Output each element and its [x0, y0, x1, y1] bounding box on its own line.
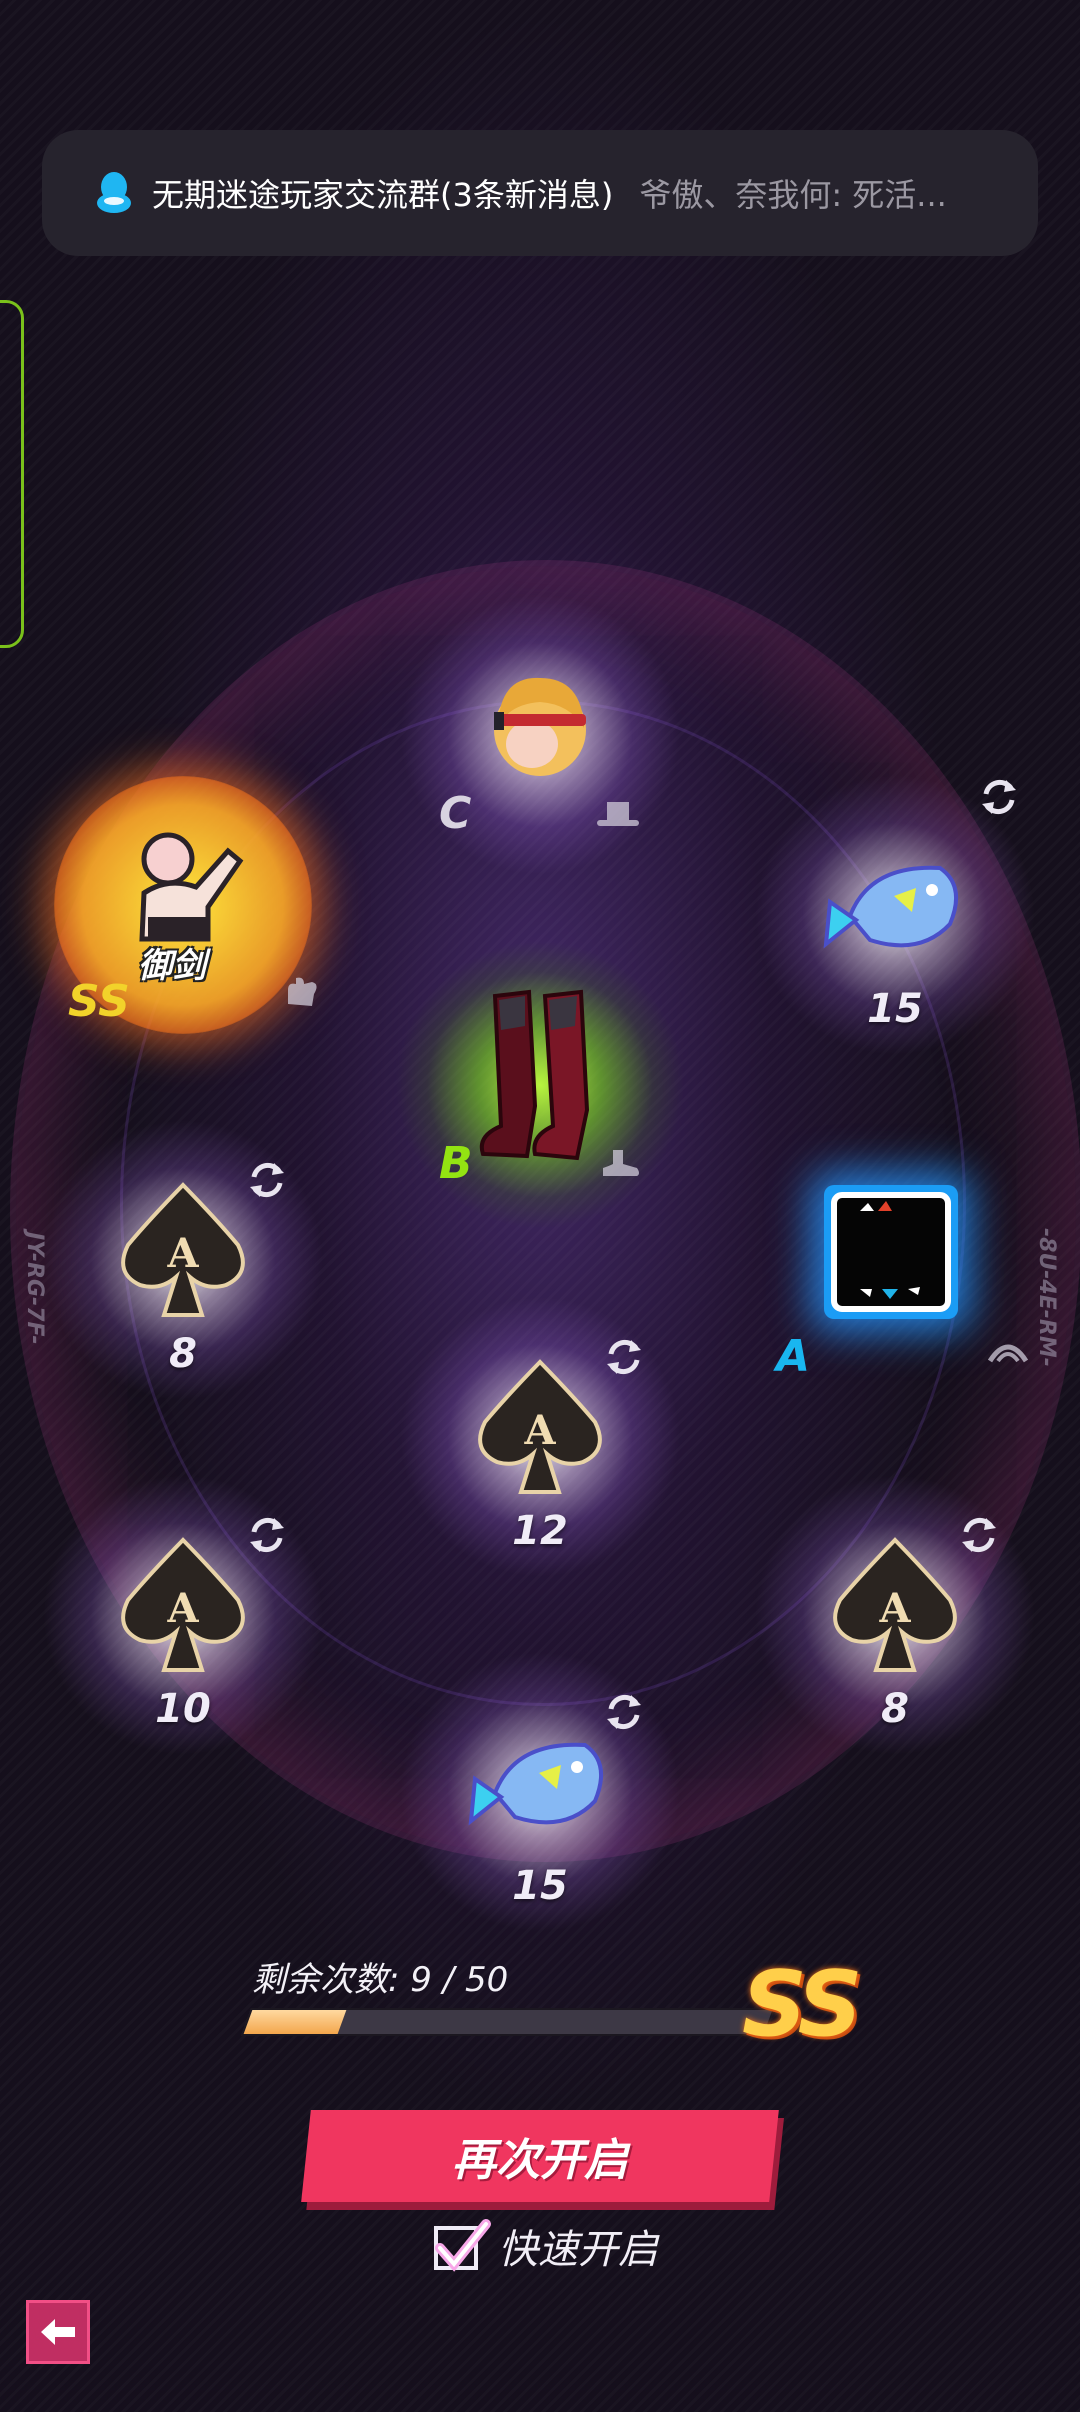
slot-ace-left[interactable]: A 8 — [38, 1115, 328, 1405]
quick-open-toggle[interactable]: 快速开启 — [428, 2214, 658, 2278]
shoe-icon — [603, 1150, 639, 1176]
hat-icon — [597, 802, 639, 826]
slot-fish-bottom[interactable]: 15 — [395, 1647, 685, 1937]
slot-skill[interactable]: 御剑 SS — [54, 776, 317, 1034]
refresh-icon[interactable] — [246, 1159, 288, 1201]
svg-text:A: A — [166, 1585, 199, 1632]
refresh-icon[interactable] — [958, 1514, 1000, 1556]
side-drawer-tab[interactable] — [0, 300, 24, 648]
slot-grade: C — [439, 788, 472, 839]
spade-ace-icon: A — [121, 1536, 245, 1672]
item-count: 10 — [155, 1686, 211, 1732]
back-button[interactable] — [26, 2300, 90, 2364]
black-box-icon — [831, 1192, 951, 1312]
spade-ace-icon: A — [833, 1536, 957, 1672]
refresh-icon[interactable] — [246, 1514, 288, 1556]
slot-ace-center[interactable]: A 12 — [395, 1292, 685, 1582]
right-side-code: -8U-4E-RM- — [1034, 1228, 1059, 1367]
slot-ace-bottom-right[interactable]: A 8 — [750, 1470, 1040, 1760]
slot-boots[interactable]: B — [395, 940, 685, 1230]
checkbox-checked-icon[interactable] — [428, 2214, 492, 2278]
spade-ace-icon: A — [478, 1358, 602, 1494]
quick-open-label: 快速开启 — [498, 2227, 658, 2273]
accessory-icon — [987, 1344, 1029, 1363]
qq-icon — [97, 172, 131, 213]
item-count: 8 — [881, 1686, 909, 1732]
refresh-icon[interactable] — [978, 776, 1020, 818]
boots-icon — [479, 989, 590, 1160]
item-count: 8 — [169, 1331, 197, 1377]
svg-text:A: A — [878, 1585, 911, 1632]
notification-message: 爷傲、奈我何: 死活... — [639, 176, 947, 214]
fish-icon — [468, 1742, 603, 1826]
slot-ace-bottom-left[interactable]: A 10 — [38, 1470, 328, 1760]
item-count: 12 — [512, 1508, 568, 1554]
remaining-progress-bar — [240, 2008, 776, 2036]
slot-box[interactable]: A — [776, 1145, 1029, 1382]
svg-text:A: A — [166, 1230, 199, 1277]
item-count: 15 — [867, 986, 923, 1032]
spade-ace-icon: A — [121, 1181, 245, 1317]
fish-icon — [823, 865, 958, 949]
notification-group-name: 无期迷途玩家交流群(3条新消息) — [152, 176, 614, 214]
slot-fish-top[interactable]: 15 — [750, 770, 1040, 1060]
slot-grade: B — [439, 1138, 473, 1189]
glove-icon — [288, 977, 317, 1006]
notification-banner[interactable]: 无期迷途玩家交流群(3条新消息) 爷傲、奈我何: 死活... — [42, 130, 1038, 256]
slot-hat[interactable]: C — [395, 590, 685, 880]
open-again-label: 再次开启 — [452, 2136, 628, 2185]
arrow-left-icon — [41, 2319, 75, 2345]
slot-grade: SS — [68, 976, 130, 1027]
svg-text:A: A — [523, 1407, 556, 1454]
progress-grade: SS — [742, 1952, 862, 2057]
progress-fill — [243, 2010, 346, 2034]
remaining-count-label: 剩余次数: 9 / 50 — [252, 1960, 509, 2000]
open-again-button[interactable]: 再次开启 — [301, 2110, 779, 2202]
item-count: 15 — [512, 1863, 568, 1909]
blonde-hair-headband-icon — [494, 677, 586, 776]
skill-label: 御剑 — [138, 946, 206, 986]
slot-grade: A — [776, 1331, 811, 1382]
refresh-icon[interactable] — [603, 1336, 645, 1378]
